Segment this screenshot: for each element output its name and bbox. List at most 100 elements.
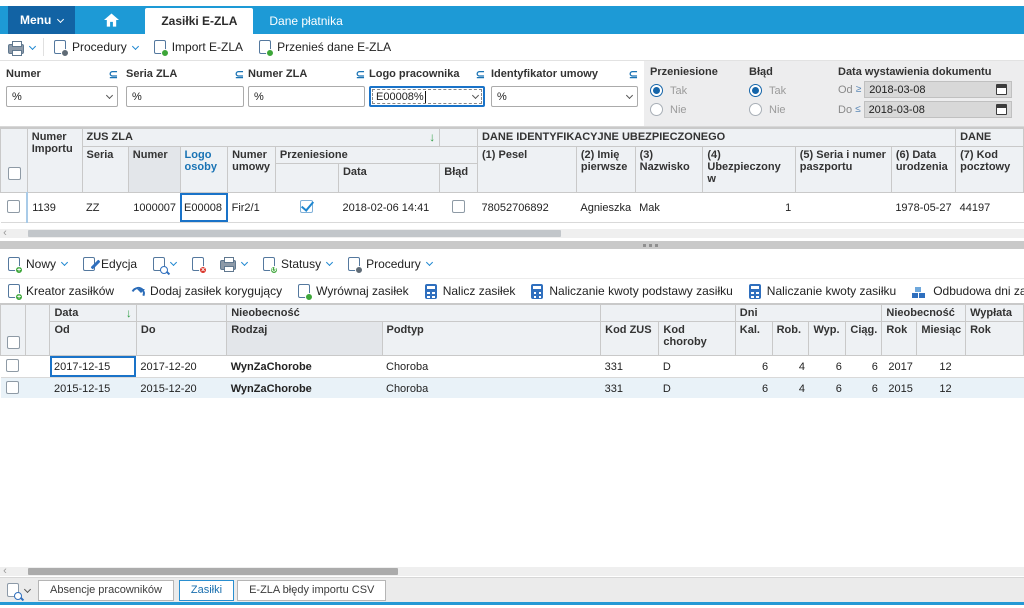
col-rok[interactable]: Rok — [882, 322, 917, 356]
col-wyp[interactable]: Wyp. — [809, 322, 846, 356]
col-podtyp[interactable]: Podtyp — [382, 322, 601, 356]
cell-ciag[interactable]: 6 — [846, 356, 882, 378]
preview-button[interactable] — [153, 257, 176, 271]
cell-nazwisko[interactable]: Mak — [635, 193, 703, 223]
col-rob[interactable]: Rob. — [772, 322, 809, 356]
naliczanie-podstawy-button[interactable]: Naliczanie kwoty podstawy zasiłku — [531, 284, 732, 299]
subset-filter-icon[interactable]: ⊆ — [109, 68, 118, 81]
col-przeniesione-data[interactable]: Data — [338, 164, 439, 193]
scrollbar-thumb[interactable] — [28, 230, 561, 237]
subset-filter-icon[interactable]: ⊆ — [356, 68, 365, 81]
cell-wyplata-rok[interactable] — [966, 356, 1024, 378]
cell-imie[interactable]: Agnieszka — [576, 193, 635, 223]
col-nazwisko[interactable]: (3) Nazwisko — [635, 147, 703, 193]
cell-rob[interactable]: 4 — [772, 378, 809, 399]
cell-kod-zus[interactable]: 331 — [601, 356, 659, 378]
przeniesione-checked-checkbox[interactable] — [300, 200, 313, 213]
row-checkbox[interactable] — [6, 381, 19, 394]
cell-numer[interactable]: 1000007 — [128, 193, 180, 223]
radio-option-nie[interactable]: Nie — [650, 103, 738, 116]
col-kod-pocztowy[interactable]: (7) Kod pocztowy — [956, 147, 1024, 193]
scroll-left-icon[interactable]: ‹ — [0, 567, 10, 576]
cell-kod-choroby[interactable]: D — [659, 378, 735, 399]
col-do[interactable]: Do — [136, 322, 226, 356]
delete-button[interactable]: × — [192, 257, 204, 271]
top-grid-hscrollbar[interactable]: ‹ — [0, 229, 1024, 238]
cell-kod-choroby[interactable]: D — [659, 356, 735, 378]
subset-filter-icon[interactable]: ⊆ — [629, 68, 638, 81]
scrollbar-thumb[interactable] — [28, 568, 398, 575]
col-imie[interactable]: (2) Imię pierwsze — [576, 147, 635, 193]
group-zus-zla[interactable]: ZUS ZLA ↓ — [82, 129, 440, 147]
numer-filter-select[interactable]: % — [6, 86, 118, 107]
cell-wyp[interactable]: 6 — [809, 356, 846, 378]
cell-podtyp[interactable]: Choroba — [382, 356, 601, 378]
cell-od-selected[interactable]: 2017-12-15 — [50, 356, 136, 378]
bottom-grid-hscrollbar[interactable]: ‹ — [0, 567, 1024, 576]
date-from-input[interactable]: 2018-03-08 — [864, 81, 1012, 98]
cell-podtyp[interactable]: Choroba — [382, 378, 601, 399]
menu-button[interactable]: Menu — [8, 6, 75, 34]
cell-kal[interactable]: 6 — [735, 356, 772, 378]
col-kal[interactable]: Kal. — [735, 322, 772, 356]
col-ubezpieczony-w[interactable]: (4) Ubezpieczony w — [703, 147, 795, 193]
col-seria-paszportu[interactable]: (5) Seria i numer paszportu — [795, 147, 891, 193]
bottom-tab-ezla-bledy[interactable]: E-ZLA błędy importu CSV — [237, 580, 386, 601]
col-numer[interactable]: Numer — [128, 147, 180, 193]
col-od[interactable]: Od — [50, 322, 136, 356]
col-kod-zus[interactable]: Kod ZUS — [601, 322, 659, 356]
group-data[interactable]: Data ↓ — [50, 305, 136, 322]
radio-option-tak[interactable]: Tak — [749, 84, 829, 97]
dodaj-zasilek-korygujacy-button[interactable]: Dodaj zasiłek korygujący — [130, 284, 282, 298]
identyfikator-umowy-filter-select[interactable]: % — [491, 86, 638, 107]
select-all-header[interactable] — [1, 305, 26, 356]
naliczanie-kwoty-button[interactable]: Naliczanie kwoty zasiłku — [749, 284, 896, 299]
cell-numer-umowy[interactable]: Fir2/1 — [228, 193, 276, 223]
select-all-header[interactable] — [1, 129, 28, 193]
bottom-tab-absencje[interactable]: Absencje pracowników — [38, 580, 174, 601]
cell-do[interactable]: 2015-12-20 — [136, 378, 226, 399]
date-to-input[interactable]: 2018-03-08 — [864, 101, 1012, 118]
calendar-icon[interactable] — [996, 84, 1007, 95]
print-button[interactable] — [8, 41, 35, 54]
col-przeniesione-flag[interactable] — [275, 164, 338, 193]
col-seria[interactable]: Seria — [82, 147, 128, 193]
cell-miesiac[interactable]: 12 — [917, 378, 966, 399]
nowy-button[interactable]: + Nowy — [8, 257, 67, 271]
cell-miesiac[interactable]: 12 — [917, 356, 966, 378]
cell-logo-osoby-selected[interactable]: E00008 — [180, 193, 228, 223]
tab-zasilki-ezla[interactable]: Zasiłki E-ZLA — [145, 8, 253, 34]
col-numer-umowy[interactable]: Numer umowy — [228, 147, 276, 193]
edycja-button[interactable]: Edycja — [83, 257, 137, 271]
tab-dane-platnika[interactable]: Dane płatnika — [253, 8, 358, 34]
cell-ciag[interactable]: 6 — [846, 378, 882, 399]
calendar-icon[interactable] — [996, 104, 1007, 115]
col-rodzaj[interactable]: Rodzaj — [227, 322, 382, 356]
cell-numer-importu[interactable]: 1139 — [27, 193, 82, 223]
home-button[interactable] — [91, 6, 131, 34]
col-miesiac[interactable]: Miesiąc — [917, 322, 966, 356]
col-wyplata-rok[interactable]: Rok — [966, 322, 1024, 356]
numer-zla-filter-input[interactable]: % — [248, 86, 365, 107]
cell-rodzaj[interactable]: WynZaChorobe — [227, 356, 382, 378]
cell-kod-zus[interactable]: 331 — [601, 378, 659, 399]
select-all-checkbox[interactable] — [7, 336, 20, 349]
cell-paszport[interactable] — [795, 193, 891, 223]
bottom-tab-zasilki[interactable]: Zasiłki — [179, 580, 234, 601]
cell-do[interactable]: 2017-12-20 — [136, 356, 226, 378]
odbudowa-dni-button[interactable]: Odbudowa dni zasiłku — [912, 284, 1024, 298]
quick-view-button[interactable] — [7, 583, 30, 597]
col-numer-importu[interactable]: Numer Importu — [27, 129, 82, 193]
cell-wyplata-rok[interactable] — [966, 378, 1024, 399]
select-all-checkbox[interactable] — [8, 167, 21, 180]
kreator-zasilkow-button[interactable]: + Kreator zasiłków — [8, 284, 114, 298]
col-ciag[interactable]: Ciąg. — [846, 322, 882, 356]
col-kod-choroby[interactable]: Kod choroby — [659, 322, 735, 356]
cell-kal[interactable]: 6 — [735, 378, 772, 399]
table-row[interactable]: 2017-12-15 2017-12-20 WynZaChorobe Choro… — [1, 356, 1024, 378]
cell-od[interactable]: 2015-12-15 — [50, 378, 136, 399]
seria-zla-filter-input[interactable]: % — [126, 86, 244, 107]
group-przeniesione[interactable]: Przeniesione — [275, 147, 477, 164]
pane-splitter[interactable] — [0, 241, 1024, 249]
procedury-button2[interactable]: Procedury — [348, 257, 432, 271]
